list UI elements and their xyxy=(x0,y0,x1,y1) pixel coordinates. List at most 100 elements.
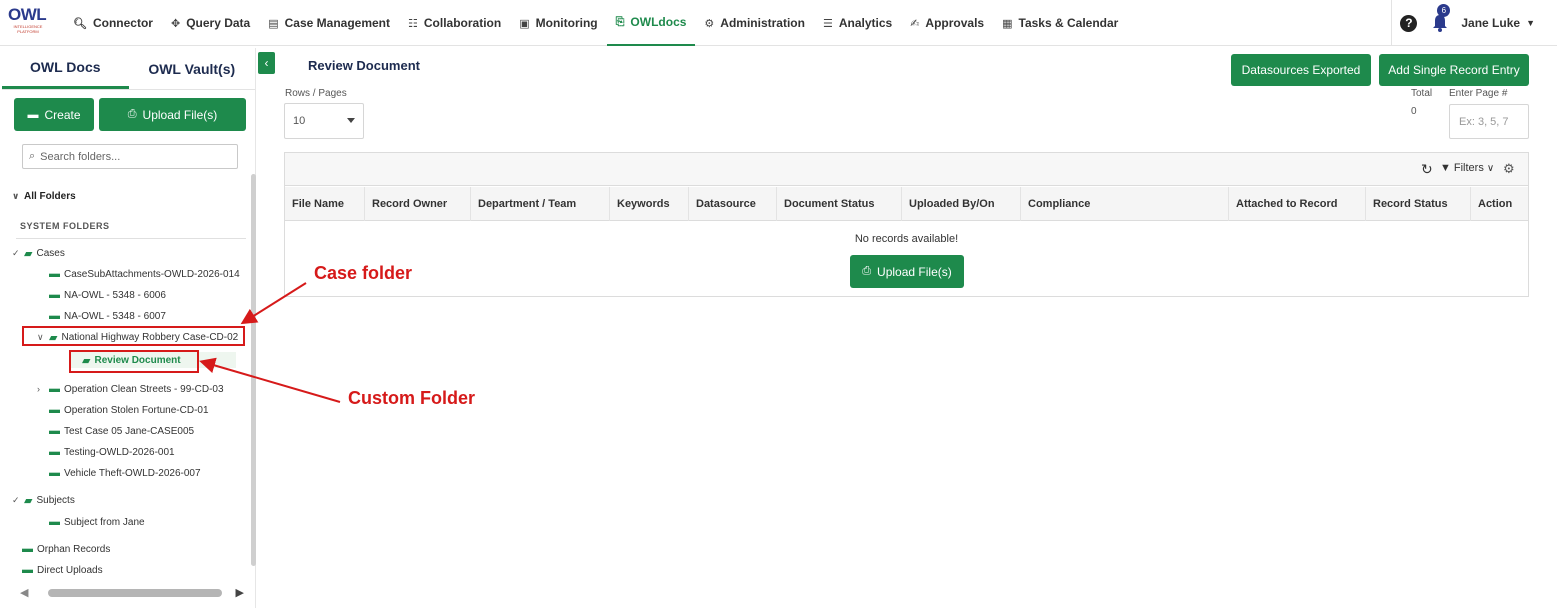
tree-cases[interactable]: ✓ ▰ Cases xyxy=(12,245,65,261)
main-nav: 🔍︎ Connector ✥ Query Data ▤ Case Management… xyxy=(64,0,1127,46)
calendar-icon: ▦ xyxy=(1002,17,1013,30)
column-header[interactable]: Attached to Record xyxy=(1229,187,1366,221)
nav-query-data[interactable]: ✥ Query Data xyxy=(162,0,259,46)
tree-direct-uploads[interactable]: ▬ Direct Uploads xyxy=(22,562,103,578)
case-folder-highlight xyxy=(22,326,245,346)
check-icon: ✓ xyxy=(12,494,20,505)
users-icon: ☷ xyxy=(408,17,418,30)
briefcase-icon: ▤ xyxy=(268,17,279,30)
nav-collaboration[interactable]: ☷ Collaboration xyxy=(399,0,510,46)
empty-state-text: No records available! xyxy=(854,233,959,245)
filters-button[interactable]: ▼ Filters ∨ xyxy=(1440,162,1494,174)
nav-monitoring[interactable]: ▣ Monitoring xyxy=(510,0,606,46)
nav-analytics[interactable]: ☰ Analytics xyxy=(814,0,901,46)
folder-icon: ▬ xyxy=(49,404,60,416)
gear-icon[interactable]: ⚙ xyxy=(1503,161,1515,177)
column-header[interactable]: Uploaded By/On xyxy=(902,187,1021,221)
horizontal-scrollbar[interactable]: ◀ ▶ xyxy=(16,586,244,600)
column-header[interactable]: Department / Team xyxy=(471,187,610,221)
case-folder-annotation: Case folder xyxy=(314,263,413,283)
add-single-record-button[interactable]: Add Single Record Entry xyxy=(1379,54,1529,86)
collapse-panel-button[interactable]: ‹ xyxy=(258,52,275,74)
table-header: File Name Record Owner Department / Team… xyxy=(285,187,1528,221)
folder-icon: ▬ xyxy=(22,564,33,576)
tab-owl-vaults[interactable]: OWL Vault(s) xyxy=(129,48,256,89)
create-button[interactable]: ▬ Create xyxy=(14,98,94,131)
folder-search-input[interactable] xyxy=(40,150,221,163)
datasources-exported-button[interactable]: Datasources Exported xyxy=(1231,54,1371,86)
folder-icon: ▬ xyxy=(49,446,60,458)
help-icon[interactable]: ? xyxy=(1400,14,1418,32)
upload-files-button[interactable]: ⎙ Upload File(s) xyxy=(850,255,964,288)
tree-folder-item[interactable]: ▬ NA-OWL - 5348 - 6006 xyxy=(49,287,166,303)
owl-logo[interactable]: OWL INTELLIGENCE PLATFORM xyxy=(8,6,54,40)
enter-page-label: Enter Page # xyxy=(1449,88,1508,99)
admin-icon: ⚙ xyxy=(704,17,715,30)
nav-approvals[interactable]: ✍ Approvals xyxy=(901,0,993,46)
column-header[interactable]: Datasource xyxy=(689,187,777,221)
folder-icon: ▬ xyxy=(27,108,39,121)
page-title: Review Document xyxy=(308,58,420,73)
tree-folder-item[interactable]: ▬ Testing-OWLD-2026-001 xyxy=(49,444,175,460)
column-header[interactable]: Record Status xyxy=(1366,187,1471,221)
tree-folder-item[interactable]: ▬ Test Case 05 Jane-CASE005 xyxy=(49,423,194,439)
tree-all-folders[interactable]: ∨ All Folders xyxy=(12,188,76,204)
folder-icon: ▬ xyxy=(49,425,60,437)
folder-tabs: OWL Docs OWL Vault(s) xyxy=(2,48,255,90)
chevron-down-icon[interactable]: ▼ xyxy=(1526,18,1535,28)
custom-folder-highlight xyxy=(69,350,199,373)
nav-owldocs[interactable]: ⎘ OWLdocs xyxy=(606,0,696,46)
page-number-input[interactable] xyxy=(1449,104,1529,139)
column-header[interactable]: Document Status xyxy=(777,187,902,221)
nav-tasks-calendar[interactable]: ▦ Tasks & Calendar xyxy=(993,0,1127,46)
column-header[interactable]: Record Owner xyxy=(365,187,471,221)
nav-connector[interactable]: 🔍︎ Connector xyxy=(64,0,162,46)
system-folders-label: SYSTEM FOLDERS xyxy=(20,221,110,231)
chevron-right-icon: › xyxy=(37,384,40,394)
column-header[interactable]: Action xyxy=(1471,187,1528,221)
dropdown-caret-icon xyxy=(347,118,355,123)
tree-folder-item[interactable]: › ▬ Operation Clean Streets - 99-CD-03 xyxy=(37,381,224,397)
chevron-down-icon: ∨ xyxy=(1486,162,1495,174)
folder-icon: ▬ xyxy=(49,268,60,280)
tree-folder-item[interactable]: ▬ Subject from Jane xyxy=(49,514,145,530)
tree-folder-item[interactable]: ▬ Operation Stolen Fortune-CD-01 xyxy=(49,402,209,418)
total-value: 0 xyxy=(1411,106,1417,117)
column-header[interactable]: Keywords xyxy=(610,187,689,221)
rows-pages-label: Rows / Pages xyxy=(285,88,347,99)
search-icon: 🔍︎ xyxy=(73,17,87,30)
scroll-thumb[interactable] xyxy=(48,589,222,597)
monitor-icon: ▣ xyxy=(519,17,530,30)
column-header[interactable]: File Name xyxy=(285,187,365,221)
tab-owl-docs[interactable]: OWL Docs xyxy=(2,48,129,89)
divider xyxy=(16,238,246,239)
folder-icon: ▬ xyxy=(49,467,60,479)
tree-folder-item[interactable]: ▬ CaseSubAttachments-OWLD-2026-014 xyxy=(49,266,240,282)
folder-icon: ▬ xyxy=(49,310,60,322)
vertical-scrollbar[interactable] xyxy=(251,174,256,566)
custom-folder-annotation: Custom Folder xyxy=(348,388,476,408)
tree-orphan-records[interactable]: ▬ Orphan Records xyxy=(22,541,110,557)
total-label: Total xyxy=(1411,88,1433,99)
tree-subjects[interactable]: ✓ ▰ Subjects xyxy=(12,492,75,508)
rows-per-page-value: 10 xyxy=(293,115,306,127)
nav-case-management[interactable]: ▤ Case Management xyxy=(259,0,399,46)
column-header[interactable]: Compliance xyxy=(1021,187,1229,221)
top-navbar: OWL INTELLIGENCE PLATFORM 🔍︎ Connector ✥ Q… xyxy=(0,0,1557,46)
scroll-left-icon[interactable]: ◀ xyxy=(20,586,28,599)
folder-icon: ▬ xyxy=(22,543,33,555)
scroll-right-icon[interactable]: ▶ xyxy=(236,586,244,599)
file-upload-icon: ⎙ xyxy=(862,265,872,277)
check-icon: ✓ xyxy=(12,247,20,258)
nav-administration[interactable]: ⚙ Administration xyxy=(695,0,814,46)
tree-folder-item[interactable]: ▬ Vehicle Theft-OWLD-2026-007 xyxy=(49,465,201,481)
search-icon: ⌕ xyxy=(29,150,36,162)
notification-bell[interactable]: 6 xyxy=(1431,4,1451,33)
rows-per-page-select[interactable]: 10 xyxy=(284,103,364,139)
tree-folder-item[interactable]: ▬ NA-OWL - 5348 - 6007 xyxy=(49,308,166,324)
filter-icon: ▼ xyxy=(1440,162,1451,174)
refresh-icon[interactable]: ↻ xyxy=(1421,161,1433,178)
records-table: ↻ ▼ Filters ∨ ⚙ File Name Record Owner Dep… xyxy=(284,152,1529,297)
user-menu[interactable]: Jane Luke xyxy=(1461,16,1520,30)
upload-files-button[interactable]: ⎙ Upload File(s) xyxy=(99,98,246,131)
